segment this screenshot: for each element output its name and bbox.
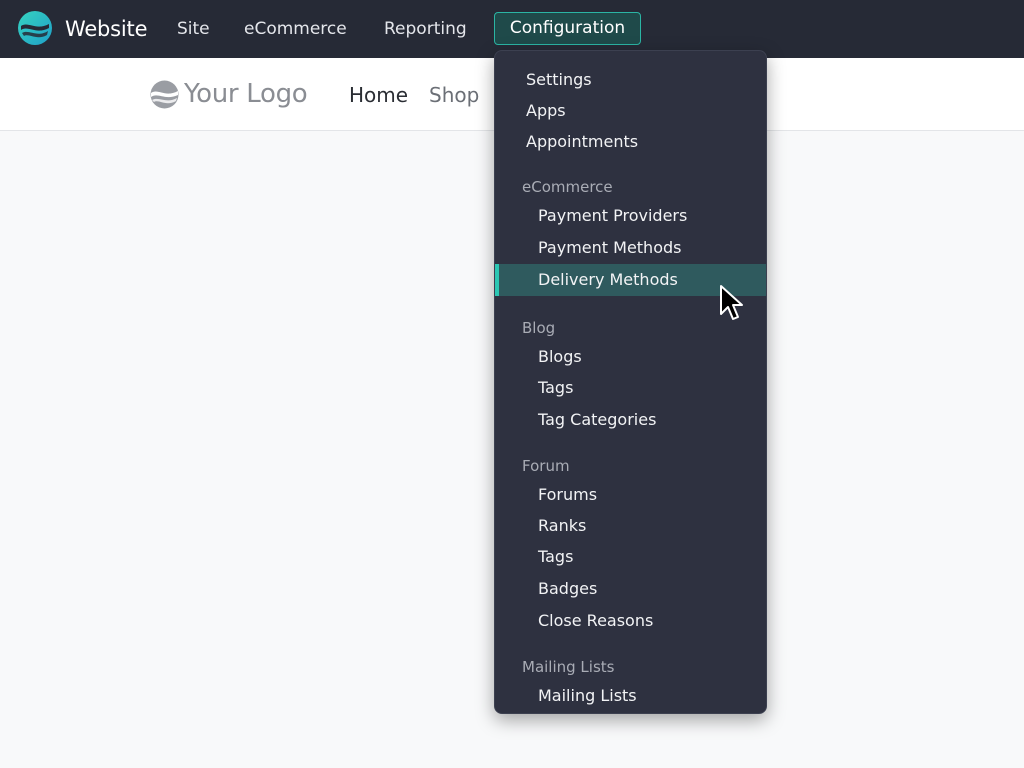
app-name[interactable]: Website [65, 16, 148, 42]
nav-configuration[interactable]: Configuration [494, 12, 641, 45]
menu-item-apps[interactable]: Apps [495, 95, 766, 127]
section-header-blog: Blog [522, 319, 556, 337]
menu-item-forum-tags[interactable]: Tags [495, 541, 766, 573]
menu-item-ranks[interactable]: Ranks [495, 510, 766, 542]
site-nav-home[interactable]: Home [349, 83, 408, 107]
nav-ecommerce[interactable]: eCommerce [244, 18, 347, 40]
section-header-ecommerce: eCommerce [522, 178, 613, 196]
menu-item-blog-tags[interactable]: Tags [495, 372, 766, 404]
menu-item-tag-categories[interactable]: Tag Categories [495, 404, 766, 436]
menu-item-close-reasons[interactable]: Close Reasons [495, 605, 766, 637]
mouse-pointer-icon [720, 285, 743, 320]
site-logo-text[interactable]: Your Logo [184, 78, 308, 110]
configuration-dropdown: Settings Apps Appointments eCommerce Pay… [494, 50, 767, 714]
menu-item-payment-providers[interactable]: Payment Providers [495, 200, 766, 232]
menu-item-payment-methods[interactable]: Payment Methods [495, 232, 766, 264]
website-app-icon[interactable] [18, 11, 52, 45]
menu-item-forums[interactable]: Forums [495, 479, 766, 511]
menu-item-appointments[interactable]: Appointments [495, 126, 766, 158]
nav-site[interactable]: Site [177, 18, 210, 40]
section-header-forum: Forum [522, 457, 570, 475]
menu-item-badges[interactable]: Badges [495, 573, 766, 605]
site-nav-shop[interactable]: Shop [429, 83, 479, 107]
your-logo-icon [150, 80, 179, 109]
section-header-mailing-lists: Mailing Lists [522, 658, 615, 676]
menu-item-mailing-lists[interactable]: Mailing Lists [495, 680, 766, 712]
menu-item-blogs[interactable]: Blogs [495, 341, 766, 373]
nav-reporting[interactable]: Reporting [384, 18, 467, 40]
menu-item-settings[interactable]: Settings [495, 64, 766, 96]
